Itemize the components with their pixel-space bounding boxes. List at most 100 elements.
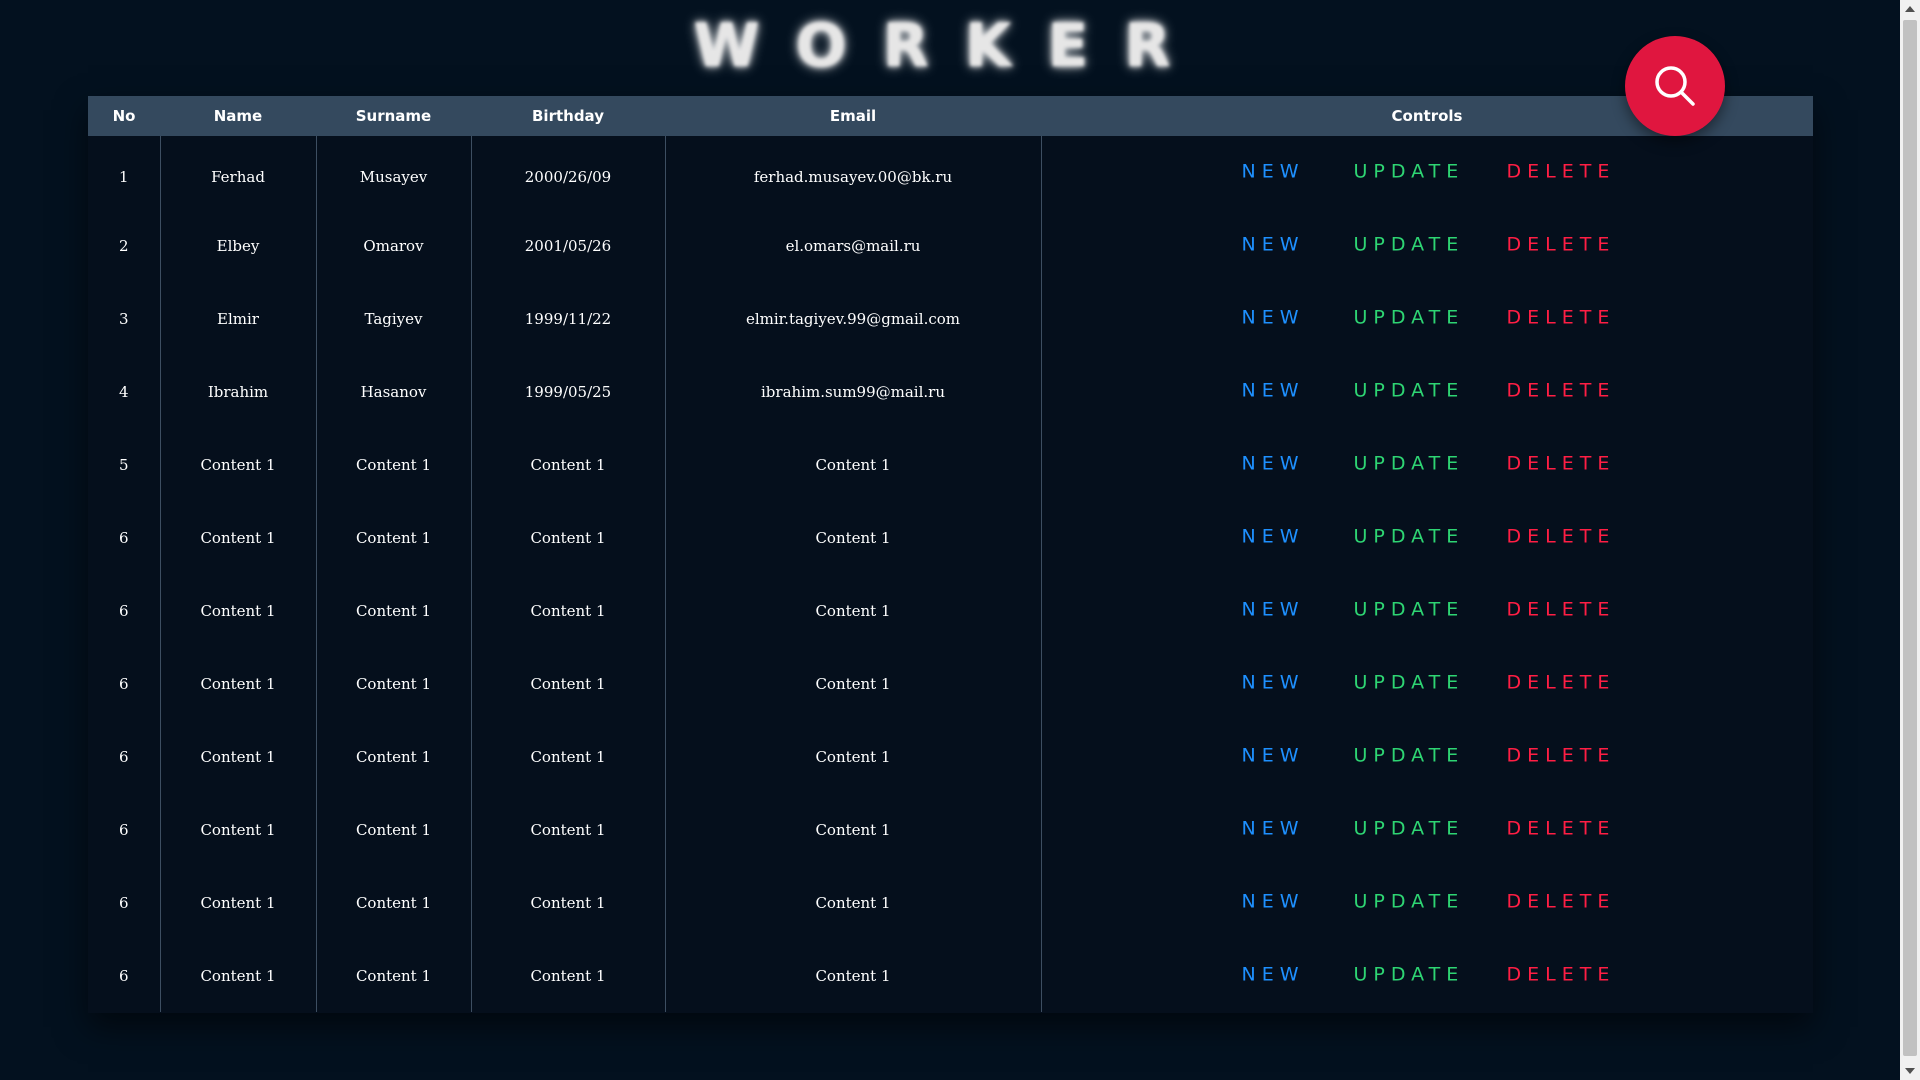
cell-birthday: Content 1 [471, 793, 666, 866]
new-button[interactable]: NEW [1242, 744, 1305, 766]
cell-no: 1 [88, 136, 161, 209]
cell-email: ibrahim.sum99@mail.ru [665, 355, 1042, 428]
delete-button[interactable]: DELETE [1507, 525, 1616, 547]
delete-button[interactable]: DELETE [1507, 598, 1616, 620]
new-button[interactable]: NEW [1242, 160, 1305, 182]
new-button[interactable]: NEW [1242, 890, 1305, 912]
update-button[interactable]: UPDATE [1354, 379, 1465, 401]
worker-table: No Name Surname Birthday Email Controls … [88, 96, 1813, 1012]
cell-email: Content 1 [665, 866, 1042, 939]
cell-birthday: 1999/11/22 [471, 282, 666, 355]
cell-surname: Content 1 [316, 428, 472, 501]
cell-no: 3 [88, 282, 161, 355]
cell-surname: Content 1 [316, 501, 472, 574]
new-button[interactable]: NEW [1242, 379, 1305, 401]
cell-name: Content 1 [160, 647, 317, 720]
cell-controls: NEW UPDATE DELETE [1041, 574, 1813, 647]
delete-button[interactable]: DELETE [1507, 379, 1616, 401]
cell-email: elmir.tagiyev.99@gmail.com [665, 282, 1042, 355]
cell-controls: NEW UPDATE DELETE [1041, 720, 1813, 793]
new-button[interactable]: NEW [1242, 233, 1305, 255]
cell-email: Content 1 [665, 574, 1042, 647]
cell-no: 6 [88, 501, 161, 574]
search-icon [1655, 66, 1695, 106]
cell-no: 2 [88, 209, 161, 282]
update-button[interactable]: UPDATE [1354, 817, 1465, 839]
cell-birthday: 2001/05/26 [471, 209, 666, 282]
new-button[interactable]: NEW [1242, 817, 1305, 839]
update-button[interactable]: UPDATE [1354, 963, 1465, 985]
cell-birthday: Content 1 [471, 939, 666, 1012]
delete-button[interactable]: DELETE [1507, 306, 1616, 328]
column-header-name: Name [213, 107, 263, 125]
cell-surname: Content 1 [316, 866, 472, 939]
cell-email: Content 1 [665, 720, 1042, 793]
new-button[interactable]: NEW [1242, 525, 1305, 547]
cell-name: Content 1 [160, 939, 317, 1012]
cell-name: Content 1 [160, 720, 317, 793]
delete-button[interactable]: DELETE [1507, 160, 1616, 182]
cell-name: Ibrahim [160, 355, 317, 428]
delete-button[interactable]: DELETE [1507, 744, 1616, 766]
update-button[interactable]: UPDATE [1354, 525, 1465, 547]
cell-name: Elmir [160, 282, 317, 355]
delete-button[interactable]: DELETE [1507, 817, 1616, 839]
delete-button[interactable]: DELETE [1507, 890, 1616, 912]
cell-surname: Hasanov [316, 355, 472, 428]
delete-button[interactable]: DELETE [1507, 671, 1616, 693]
new-button[interactable]: NEW [1242, 671, 1305, 693]
page-title: WORKER [693, 11, 1207, 81]
worker-table-container: No Name Surname Birthday Email Controls … [88, 96, 1813, 1013]
update-button[interactable]: UPDATE [1354, 452, 1465, 474]
new-button[interactable]: NEW [1242, 963, 1305, 985]
cell-no: 6 [88, 939, 161, 1012]
cell-birthday: Content 1 [471, 866, 666, 939]
update-button[interactable]: UPDATE [1354, 744, 1465, 766]
cell-no: 6 [88, 720, 161, 793]
update-button[interactable]: UPDATE [1354, 160, 1465, 182]
update-button[interactable]: UPDATE [1354, 233, 1465, 255]
cell-name: Elbey [160, 209, 317, 282]
delete-button[interactable]: DELETE [1507, 233, 1616, 255]
cell-surname: Tagiyev [316, 282, 472, 355]
scroll-up-arrow-icon[interactable] [1900, 0, 1920, 18]
column-header-birthday: Birthday [532, 107, 604, 125]
delete-button[interactable]: DELETE [1507, 963, 1616, 985]
cell-email: Content 1 [665, 647, 1042, 720]
cell-email: Content 1 [665, 793, 1042, 866]
update-button[interactable]: UPDATE [1354, 890, 1465, 912]
new-button[interactable]: NEW [1242, 306, 1305, 328]
new-button[interactable]: NEW [1242, 598, 1305, 620]
table-row: 6 Content 1 Content 1 Content 1 Content 1 NEW… [88, 720, 1813, 793]
scroll-down-arrow-icon[interactable] [1900, 1062, 1920, 1080]
cell-controls: NEW UPDATE DELETE [1041, 647, 1813, 720]
search-button[interactable] [1625, 36, 1725, 136]
cell-controls: NEW UPDATE DELETE [1041, 939, 1813, 1012]
cell-surname: Musayev [316, 136, 472, 209]
cell-no: 4 [88, 355, 161, 428]
cell-surname: Content 1 [316, 720, 472, 793]
vertical-scrollbar[interactable] [1900, 0, 1920, 1080]
cell-name: Content 1 [160, 866, 317, 939]
cell-surname: Content 1 [316, 793, 472, 866]
table-row: 1 Ferhad Musayev 2000/26/09 ferhad.musayev.0… [88, 136, 1813, 209]
cell-email: Content 1 [665, 939, 1042, 1012]
new-button[interactable]: NEW [1242, 452, 1305, 474]
worker-page: WORKER No Name Surname Birthday Email Co… [0, 0, 1920, 1080]
column-header-no: No [112, 107, 136, 125]
update-button[interactable]: UPDATE [1354, 306, 1465, 328]
cell-surname: Content 1 [316, 647, 472, 720]
table-header-row: No Name Surname Birthday Email Controls [88, 96, 1813, 136]
cell-controls: NEW UPDATE DELETE [1041, 501, 1813, 574]
cell-no: 6 [88, 793, 161, 866]
cell-no: 5 [88, 428, 161, 501]
table-row: 6 Content 1 Content 1 Content 1 Content 1 NEW… [88, 866, 1813, 939]
cell-surname: Content 1 [316, 574, 472, 647]
cell-email: ferhad.musayev.00@bk.ru [665, 136, 1042, 209]
update-button[interactable]: UPDATE [1354, 671, 1465, 693]
scrollbar-thumb[interactable] [1903, 20, 1917, 1056]
update-button[interactable]: UPDATE [1354, 598, 1465, 620]
cell-name: Content 1 [160, 501, 317, 574]
cell-no: 6 [88, 574, 161, 647]
delete-button[interactable]: DELETE [1507, 452, 1616, 474]
